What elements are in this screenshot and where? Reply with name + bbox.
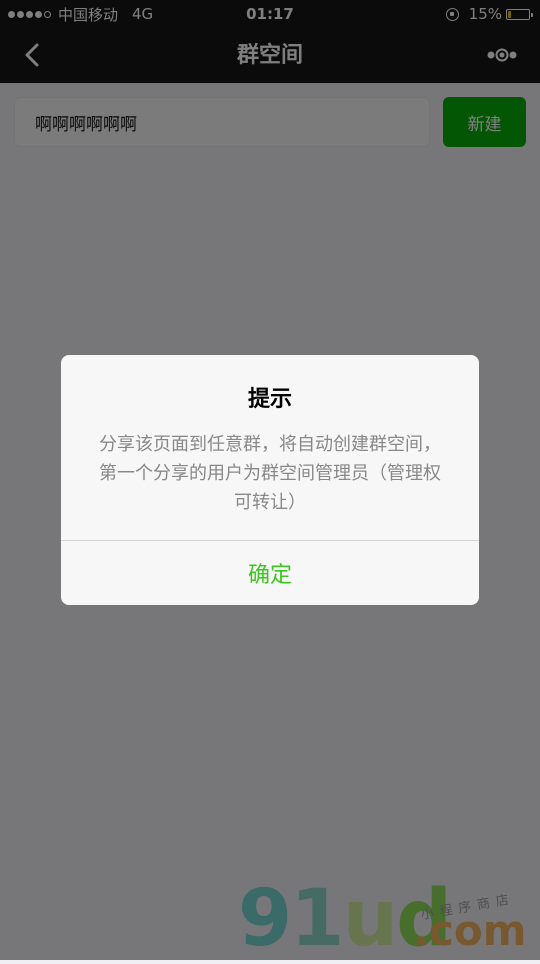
dialog-message: 分享该页面到任意群，将自动创建群空间，第一个分享的用户为群空间管理员（管理权可转… bbox=[99, 434, 441, 513]
alert-dialog: 提示 分享该页面到任意群，将自动创建群空间，第一个分享的用户为群空间管理员（管理… bbox=[61, 355, 479, 605]
confirm-button[interactable]: 确定 bbox=[61, 541, 479, 605]
dialog-title: 提示 bbox=[247, 387, 292, 412]
